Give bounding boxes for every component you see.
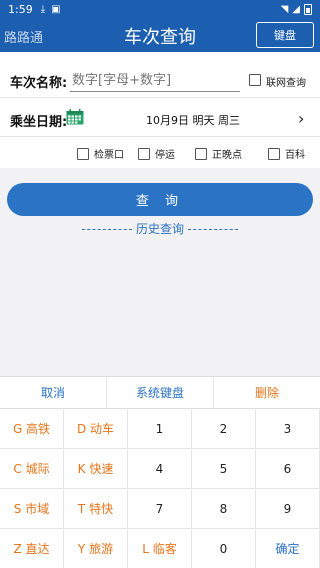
custom-keyboard: 取消 系统键盘 删除 G 高铁 D 动车 1 2 3 C 城际 K 快速 4 5… (0, 376, 320, 568)
key-1[interactable]: 1 (128, 409, 192, 449)
option-label: 停运 (155, 150, 175, 161)
key-2[interactable]: 2 (192, 409, 256, 449)
key-7[interactable]: 7 (128, 489, 192, 529)
date-label: 乘坐日期: (10, 115, 68, 130)
key-g[interactable]: G 高铁 (0, 409, 64, 449)
delete-button[interactable]: 删除 (214, 377, 320, 408)
online-query-label[interactable]: 联网查询 (266, 74, 306, 89)
confirm-button[interactable]: 确定 (256, 529, 320, 568)
query-button[interactable]: 查 询 (7, 183, 313, 216)
key-grid: G 高铁 D 动车 1 2 3 C 城际 K 快速 4 5 6 S 市域 T 特… (0, 409, 320, 568)
train-row: 车次名称: 联网查询 (0, 52, 320, 98)
cancel-button[interactable]: 取消 (0, 377, 107, 408)
train-label: 车次名称: (10, 76, 68, 91)
key-5[interactable]: 5 (192, 449, 256, 489)
wifi-icon: ◥ (280, 3, 289, 15)
history-link-row[interactable]: 历史查询 (0, 220, 320, 237)
checkbox-icon[interactable] (268, 147, 280, 160)
checkbox-icon[interactable] (195, 147, 207, 160)
status-time: 1:59 (8, 2, 33, 16)
key-9[interactable]: 9 (256, 489, 320, 529)
app-bar: 路路通 车次查询 键盘 (0, 18, 320, 52)
key-l[interactable]: L 临客 (128, 529, 192, 568)
option-label: 百科 (285, 150, 305, 161)
notification-icon: ▣ (51, 3, 61, 15)
download-icon: ⤓ (40, 3, 46, 15)
system-keyboard-button[interactable]: 系统键盘 (107, 377, 214, 408)
option-delay[interactable]: 正晚点 (195, 146, 242, 161)
divider (81, 229, 132, 230)
calendar-icon[interactable] (66, 109, 84, 125)
signal-icon: ◢ (292, 3, 300, 15)
option-suspended[interactable]: 停运 (138, 146, 175, 161)
date-value[interactable]: 10月9日 明天 周三 (146, 112, 240, 128)
checkbox-icon[interactable] (138, 147, 150, 160)
key-y[interactable]: Y 旅游 (64, 529, 128, 568)
option-label: 检票口 (94, 150, 124, 161)
checkbox-icon[interactable] (77, 147, 89, 160)
battery-icon (304, 3, 312, 15)
key-s[interactable]: S 市域 (0, 489, 64, 529)
key-0[interactable]: 0 (192, 529, 256, 568)
query-form: 车次名称: 联网查询 乘坐日期: 10月9日 明天 周三 › 检票口 停运 正晚… (0, 52, 320, 168)
online-query-checkbox[interactable] (249, 74, 261, 86)
keyboard-button[interactable]: 键盘 (256, 22, 314, 48)
history-link[interactable]: 历史查询 (136, 222, 184, 236)
option-label: 正晚点 (212, 150, 242, 161)
key-6[interactable]: 6 (256, 449, 320, 489)
key-8[interactable]: 8 (192, 489, 256, 529)
key-k[interactable]: K 快速 (64, 449, 128, 489)
divider (188, 229, 238, 230)
key-4[interactable]: 4 (128, 449, 192, 489)
key-z[interactable]: Z 直达 (0, 529, 64, 568)
key-d[interactable]: D 动车 (64, 409, 128, 449)
status-bar: 1:59 ⤓ ▣ ◥ ◢ (0, 0, 320, 18)
date-row[interactable]: 乘坐日期: 10月9日 明天 周三 › (0, 99, 320, 137)
key-t[interactable]: T 特快 (64, 489, 128, 529)
option-checkin-gate[interactable]: 检票口 (77, 146, 124, 161)
key-c[interactable]: C 城际 (0, 449, 64, 489)
key-3[interactable]: 3 (256, 409, 320, 449)
keyboard-toolbar: 取消 系统键盘 删除 (0, 377, 320, 409)
option-wiki[interactable]: 百科 (268, 146, 305, 161)
train-number-input[interactable] (70, 70, 240, 92)
chevron-right-icon[interactable]: › (298, 109, 304, 128)
